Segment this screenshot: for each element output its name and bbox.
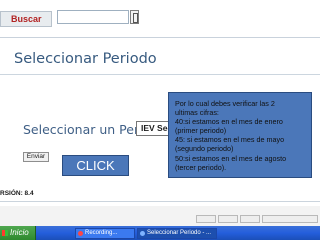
taskbar-item-browser[interactable]: Seleccionar Periodo - ... xyxy=(137,228,217,239)
info-line: 50:si estamos en el mes de agosto xyxy=(175,153,287,163)
info-line: 45: si estamos en el mes de mayo xyxy=(175,135,285,145)
search-go-icon[interactable] xyxy=(130,10,139,24)
status-cell xyxy=(240,215,260,223)
info-line: 40:si estamos en el mes de enero xyxy=(175,117,283,127)
taskbar: Inicio Recording... Seleccionar Periodo … xyxy=(0,226,320,240)
browser-icon xyxy=(140,231,145,236)
record-icon xyxy=(78,231,83,236)
taskbar-item-recording[interactable]: Recording... xyxy=(75,228,135,239)
info-line: ultimas cifras: xyxy=(175,108,219,118)
search-bar: Buscar xyxy=(0,0,320,38)
click-callout: CLICK xyxy=(62,155,129,176)
footer-divider xyxy=(0,201,320,202)
info-line: (primer periodo) xyxy=(175,126,227,136)
info-line: (segundo periodo) xyxy=(175,144,234,154)
task-label: Recording... xyxy=(85,230,118,236)
start-button[interactable]: Inicio xyxy=(0,226,36,240)
windows-logo-icon xyxy=(2,230,8,236)
info-panel: Por lo cual debes verificar las 2 ultima… xyxy=(168,92,312,178)
submit-button[interactable]: Enviar xyxy=(23,152,49,162)
page-title: Seleccionar Periodo xyxy=(14,51,157,67)
status-cell xyxy=(196,215,216,223)
info-line: Por lo cual debes verificar las 2 xyxy=(175,99,275,108)
info-text: Por lo cual debes verificar las 2 ultima… xyxy=(175,99,311,172)
search-input[interactable] xyxy=(57,10,129,24)
search-button[interactable]: Buscar xyxy=(0,11,52,27)
task-label: Seleccionar Periodo - ... xyxy=(147,230,212,236)
status-zone xyxy=(262,215,318,223)
status-cell xyxy=(218,215,238,223)
browser-status-bar xyxy=(0,206,320,226)
start-label: Inicio xyxy=(10,228,29,237)
info-line: (tercer periodo). xyxy=(175,162,227,172)
title-divider xyxy=(0,74,320,75)
version-label: RSIÓN: 8.4 xyxy=(0,190,34,197)
